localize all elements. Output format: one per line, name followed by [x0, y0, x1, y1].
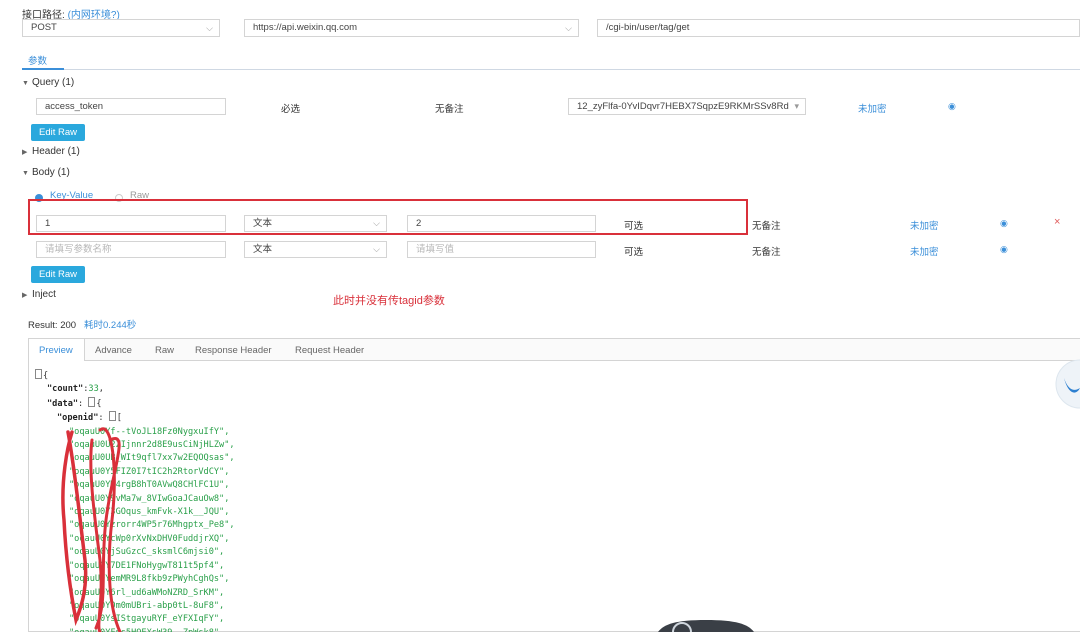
annotation-highlight-box: [28, 199, 748, 235]
json-count-line: "count":33,: [47, 384, 104, 395]
openid-item: "oqauU0UB_WIt9qfl7xx7w2EQOQsas",: [69, 453, 235, 464]
openid-item: "oqauU0Y6rl_ud6aWMoNZRD_SrKM",: [69, 587, 225, 598]
eye-icon[interactable]: ◉: [1000, 218, 1008, 229]
body-edit-raw-button[interactable]: Edit Raw: [31, 266, 86, 283]
caret-right-icon: ▶: [22, 292, 28, 299]
openid-item: "oqauU0YcWp0rXvNxDHV0FuddjrXQ",: [69, 533, 230, 544]
tab-response-header[interactable]: Response Header: [195, 345, 272, 356]
collapse-toggle-icon[interactable]: [88, 396, 96, 407]
openid-item: "oqauU0U2ZIjnnr2d8E9usCiNjHLZw",: [69, 440, 235, 451]
path-value: /cgi-bin/user/tag/get: [606, 22, 690, 33]
query-encrypt-link[interactable]: 未加密: [858, 101, 887, 115]
caret-right-icon: ▶: [22, 149, 28, 156]
collapse-toggle-icon[interactable]: [108, 411, 116, 422]
openid-list: "oqauU0Yf--tVoJL18Fz0NygxuIfY", "oqauU0U2…: [35, 426, 235, 632]
path-input[interactable]: /cgi-bin/user/tag/get: [597, 19, 1080, 37]
chevron-down-icon: ⌵: [206, 23, 213, 33]
params-tab-bar: 参数: [22, 48, 1080, 70]
openid-item: "oqauU0Yf--tVoJL18Fz0NygxuIfY",: [69, 426, 230, 437]
json-preview: { "count":33, "data": { "openid": [ "oqa…: [35, 369, 235, 632]
header-section-toggle[interactable]: ▶ Header (1): [22, 146, 80, 157]
json-root-open: {: [35, 369, 235, 383]
bottom-floating-button[interactable]: [658, 620, 754, 632]
tab-request-header[interactable]: Request Header: [295, 345, 364, 356]
openid-item: "oqauU0YFns5HOEXsW39-_ZpWsk8",: [69, 627, 235, 632]
body-section-toggle[interactable]: ▼ Body (1): [22, 167, 70, 178]
json-data-key: "data": [47, 398, 79, 409]
query-section-toggle[interactable]: ▼ Query (1): [22, 77, 74, 88]
query-edit-raw-button[interactable]: Edit Raw: [31, 124, 86, 141]
method-value: POST: [31, 22, 57, 33]
openid-item: "oqauU0YM4rgB8hT0AVwQ8CHlFC1U",: [69, 480, 230, 491]
openid-item: "oqauU0Y3GOqus_kmFvk-X1k__JQU",: [69, 507, 230, 518]
chevron-down-icon: ⌵: [565, 23, 572, 33]
openid-item: "oqauU0YjSuGzcC_sksmlC6mjsi0",: [69, 547, 225, 558]
query-value-select[interactable]: 12_zyFlfa-0YvIDqvr7HEBX7SqpzE9RKMrSSv8Rd…: [568, 98, 806, 115]
header-title: Header (1): [32, 146, 80, 157]
query-title: Query (1): [32, 77, 75, 88]
result-code: 200: [60, 320, 77, 331]
openid-item: "oqauU0Y9vMa7w_8VIwGoaJCauOw8",: [69, 493, 230, 504]
body-new-value-input[interactable]: 请填写值: [407, 241, 596, 258]
inject-section-toggle[interactable]: ▶ Inject: [22, 289, 56, 300]
inject-title: Inject: [32, 289, 56, 300]
query-param-name-input[interactable]: access_token: [36, 98, 226, 115]
method-select[interactable]: POST ⌵: [22, 19, 220, 37]
collapse-toggle-icon[interactable]: [35, 369, 42, 379]
body-new-type-select[interactable]: 文本 ⌵: [244, 241, 387, 258]
chevron-down-icon: ⌵: [373, 244, 380, 254]
result-line: Result: 200 耗时0.244秒: [28, 317, 136, 331]
openid-item: "oqauU0Y7DE1FNoHygwT811t5pf4",: [69, 560, 225, 571]
body-new-remark: 无备注: [752, 247, 781, 258]
caret-down-icon: ▾: [792, 99, 799, 114]
openid-item: "oqauU0Y0m0mUBri-abp0tL-8uF8",: [69, 600, 225, 611]
tab-preview[interactable]: Preview: [39, 345, 73, 356]
body-new-optional-label: 可选: [624, 247, 644, 258]
query-value: 12_zyFlfa-0YvIDqvr7HEBX7SqpzE9RKMrSSv8Rd: [577, 101, 789, 112]
openid-item: "oqauU0YsIStgayuRYF_eYFXIqFY",: [69, 614, 225, 625]
body-new-encrypt-link[interactable]: 未加密: [910, 244, 939, 258]
body-new-value-placeholder: 请填写值: [416, 244, 455, 255]
body-new-type: 文本: [253, 244, 273, 255]
result-label: Result:: [28, 320, 58, 331]
annotation-note: 此时并没有传tagid参数: [333, 295, 445, 307]
query-param-name: access_token: [45, 101, 104, 112]
result-time: 耗时0.244秒: [84, 320, 137, 331]
json-count-key: "count": [47, 384, 84, 395]
openid-item: "oqauU0Yzrorr4WP5r76Mhgptx_Pe8",: [69, 520, 235, 531]
json-openid-key: "openid": [57, 413, 99, 424]
json-count-value: 33: [88, 384, 99, 395]
active-tab-indicator: [22, 68, 64, 70]
body-new-key-placeholder: 请填写参数名称: [45, 244, 112, 255]
tab-advance[interactable]: Advance: [95, 345, 132, 356]
floating-assistant-icon[interactable]: [1054, 358, 1080, 410]
openid-item: "oqauU0Y5FIZ0I7tIC2h2RtorVdCY",: [69, 466, 230, 477]
body-encrypt-link[interactable]: 未加密: [910, 218, 939, 232]
host-value: https://api.weixin.qq.com: [253, 22, 358, 33]
eye-icon[interactable]: ◉: [948, 101, 956, 112]
query-required-label: 必选: [281, 104, 301, 115]
caret-down-icon: ▼: [22, 170, 29, 177]
body-title: Body (1): [32, 167, 70, 178]
body-new-key-input[interactable]: 请填写参数名称: [36, 241, 226, 258]
query-remark: 无备注: [435, 104, 464, 115]
response-tabs: Preview Advance Raw Response Header Requ…: [29, 339, 1080, 361]
body-remark: 无备注: [752, 221, 781, 232]
tab-params[interactable]: 参数: [28, 53, 47, 67]
openid-item: "oqauU0YemMR9L8fkb9zPWyhCghQs",: [69, 574, 230, 585]
host-select[interactable]: https://api.weixin.qq.com ⌵: [244, 19, 579, 37]
tab-raw[interactable]: Raw: [155, 345, 174, 356]
delete-row-icon[interactable]: ×: [1054, 216, 1060, 228]
json-openid-line: "openid": [: [57, 411, 122, 424]
json-data-line: "data": {: [47, 396, 102, 409]
caret-down-icon: ▼: [22, 80, 29, 87]
eye-icon[interactable]: ◉: [1000, 244, 1008, 255]
response-panel: Preview Advance Raw Response Header Requ…: [28, 338, 1080, 632]
